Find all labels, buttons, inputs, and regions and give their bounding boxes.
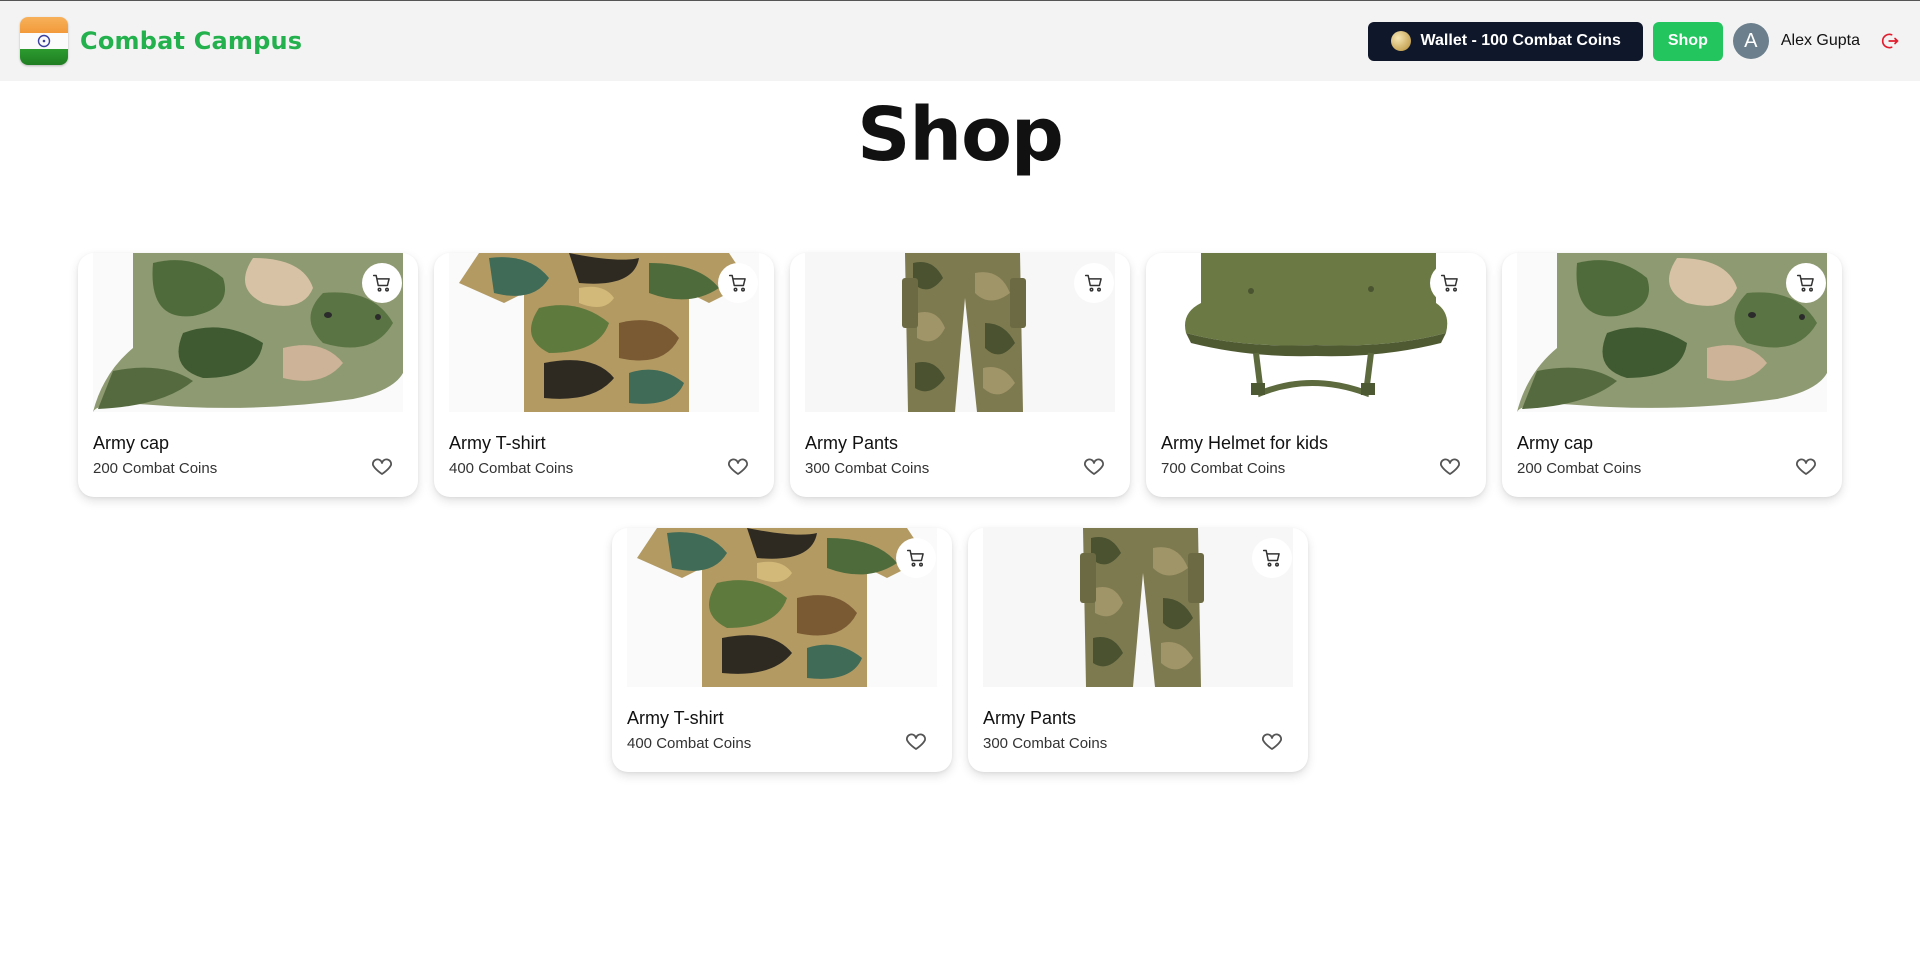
coin-icon [1390, 31, 1411, 51]
cart-icon [906, 549, 924, 567]
product-price: 700 Combat Coins [1161, 460, 1286, 477]
cart-icon [1084, 274, 1102, 292]
brand-name[interactable]: Combat Campus [80, 27, 302, 55]
product-price: 300 Combat Coins [805, 460, 930, 477]
cart-icon [1440, 274, 1458, 292]
product-name: Army T-shirt [449, 433, 546, 453]
heart-icon[interactable] [370, 454, 394, 478]
product-price: 400 Combat Coins [627, 735, 752, 752]
product-price: 200 Combat Coins [93, 460, 218, 477]
add-to-cart-button[interactable] [1252, 538, 1292, 578]
cart-icon [1796, 274, 1814, 292]
product-image[interactable] [1161, 253, 1471, 412]
product-name: Army Pants [983, 708, 1077, 728]
cart-icon [728, 274, 746, 292]
add-to-cart-button[interactable] [1786, 263, 1826, 303]
product-image[interactable] [805, 253, 1115, 412]
product-card[interactable]: Army T-shirt 400 Combat Coins [612, 528, 952, 772]
product-name: Army Helmet for kids [1161, 433, 1329, 453]
product-price: 400 Combat Coins [449, 460, 574, 477]
heart-icon[interactable] [1794, 454, 1818, 478]
cart-icon [372, 274, 390, 292]
product-name: Army cap [1517, 433, 1594, 453]
heart-icon[interactable] [1260, 729, 1284, 753]
product-price: 300 Combat Coins [983, 735, 1108, 752]
product-grid: Army cap 200 Combat Coins Army T-shirt 4… [0, 253, 1920, 772]
avatar[interactable]: A [1732, 23, 1769, 59]
product-image[interactable] [1517, 253, 1827, 412]
heart-icon[interactable] [726, 454, 750, 478]
product-image[interactable] [449, 253, 759, 412]
shop-nav-button[interactable]: Shop [1652, 21, 1723, 61]
product-name: Army Pants [805, 433, 899, 453]
wallet-button[interactable]: Wallet - 100 Combat Coins [1367, 21, 1643, 61]
product-card[interactable]: Army Pants 300 Combat Coins [790, 253, 1130, 497]
product-name: Army cap [93, 433, 170, 453]
heart-icon[interactable] [904, 729, 928, 753]
product-card[interactable]: Army Pants 300 Combat Coins [968, 528, 1308, 772]
add-to-cart-button[interactable] [1430, 263, 1470, 303]
add-to-cart-button[interactable] [1074, 263, 1114, 303]
product-card[interactable]: Army cap 200 Combat Coins [78, 253, 418, 497]
add-to-cart-button[interactable] [718, 263, 758, 303]
product-image[interactable] [627, 528, 937, 687]
product-card[interactable]: Army cap 200 Combat Coins [1502, 253, 1842, 497]
product-price: 200 Combat Coins [1517, 460, 1642, 477]
product-card[interactable]: Army Helmet for kids 700 Combat Coins [1146, 253, 1486, 497]
top-navigation-bar: Combat Campus Wallet - 100 Combat Coins … [0, 0, 1920, 81]
product-card[interactable]: Army T-shirt 400 Combat Coins [434, 253, 774, 497]
brand-logo[interactable]: Combat Campus [20, 17, 302, 65]
product-image[interactable] [983, 528, 1293, 687]
product-image[interactable] [93, 253, 403, 412]
wallet-label: Wallet - 100 Combat Coins [1420, 32, 1621, 49]
add-to-cart-button[interactable] [362, 263, 402, 303]
page-title: Shop [857, 92, 1064, 178]
cart-icon [1262, 549, 1280, 567]
add-to-cart-button[interactable] [896, 538, 936, 578]
logout-icon[interactable] [1880, 31, 1900, 51]
product-name: Army T-shirt [627, 708, 724, 728]
heart-icon[interactable] [1082, 454, 1106, 478]
user-name[interactable]: Alex Gupta [1781, 32, 1860, 50]
india-flag-icon [20, 17, 68, 65]
heart-icon[interactable] [1438, 454, 1462, 478]
